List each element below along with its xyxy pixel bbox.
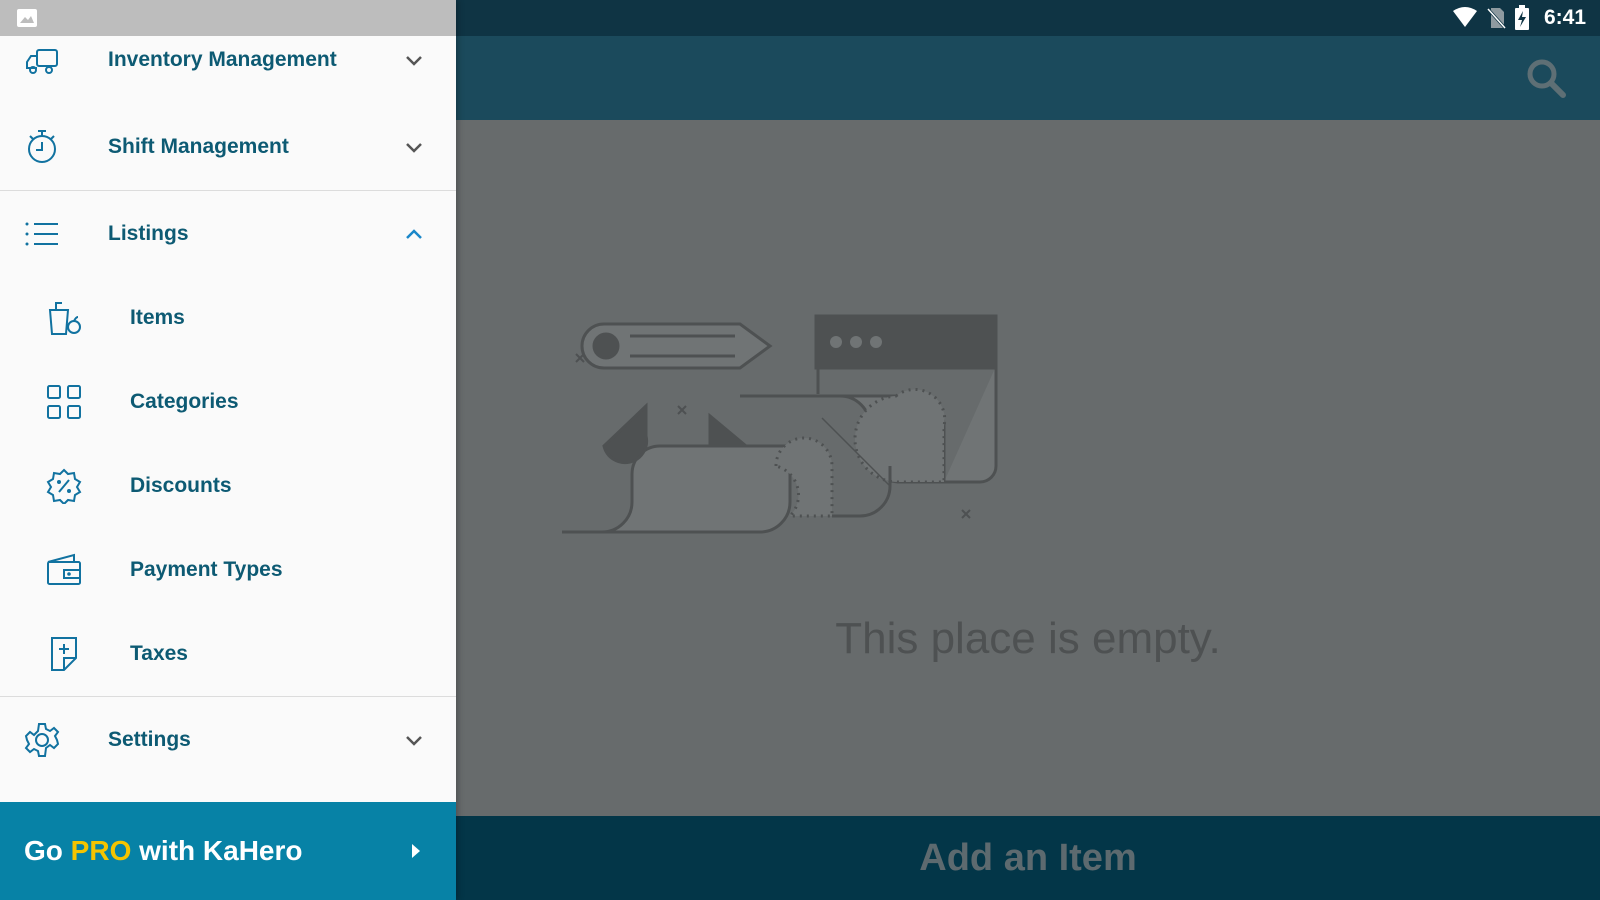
go-pro-banner[interactable]: Go PRO with KaHero [0,802,456,900]
drawer-item-shift-management[interactable]: Shift Management [0,105,456,189]
drawer-item-inventory-management[interactable]: Inventory Management [0,18,456,102]
drawer-item-listings[interactable]: Listings [0,192,456,276]
go-pro-prefix: Go [24,835,71,866]
search-icon [1527,59,1566,98]
empty-state-illustration [562,314,998,534]
app-bar [456,36,1600,120]
app-window: 6:41 This place is empty. Add an Item In… [0,0,1600,900]
drawer-subitem-discounts[interactable]: Discounts [0,444,456,528]
status-time: 6:41 [1543,6,1586,29]
drawer-divider [0,190,456,191]
stopwatch-icon [28,130,56,163]
gear-icon [24,723,60,757]
drawer-subitem-label: Categories [130,390,239,413]
grid-icon [47,385,81,419]
truck-icon [26,49,58,74]
tax-document-icon [51,637,77,671]
no-sim-icon [1486,7,1506,30]
drawer-subitem-items[interactable]: Items [0,276,456,360]
go-pro-text: Go PRO with KaHero [24,802,303,900]
chevron-down-icon [406,736,422,746]
cup-apple-icon [48,302,81,335]
drawer-subitem-label: Items [130,306,185,329]
search-button[interactable] [1524,56,1568,100]
chevron-down-icon [406,56,422,66]
go-pro-suffix: with KaHero [131,835,303,866]
drawer-item-label: Listings [108,222,189,245]
chevron-up-icon [406,229,422,239]
wifi-icon [1452,7,1477,27]
bottom-action-bar: Add an Item [456,816,1600,900]
chevron-down-icon [406,143,422,153]
discount-badge-icon [46,468,82,504]
drawer-subitem-payment-types[interactable]: Payment Types [0,528,456,612]
arrow-right-icon [412,844,420,858]
drawer-subitem-label: Payment Types [130,558,283,581]
drawer-item-label: Inventory Management [108,48,337,71]
battery-charging-icon [1514,5,1529,30]
status-icons: 6:41 [1452,0,1586,36]
empty-state-message: This place is empty. [835,614,1221,663]
drawer-divider [0,696,456,697]
drawer-subitem-label: Taxes [130,642,188,665]
drawer-subitem-categories[interactable]: Categories [0,360,456,444]
add-item-button[interactable]: Add an Item [456,816,1600,900]
navigation-drawer: Inventory Management Shift Management Li… [0,0,456,900]
drawer-subitem-taxes[interactable]: Taxes [0,612,456,696]
drawer-item-label: Settings [108,728,191,751]
drawer-item-label: Shift Management [108,135,289,158]
wallet-icon [47,553,81,585]
drawer-item-settings[interactable]: Settings [0,698,456,782]
pro-highlight: PRO [70,835,132,866]
main-content: This place is empty. [456,120,1600,816]
list-icon [25,222,58,246]
drawer-subitem-label: Discounts [130,474,232,497]
